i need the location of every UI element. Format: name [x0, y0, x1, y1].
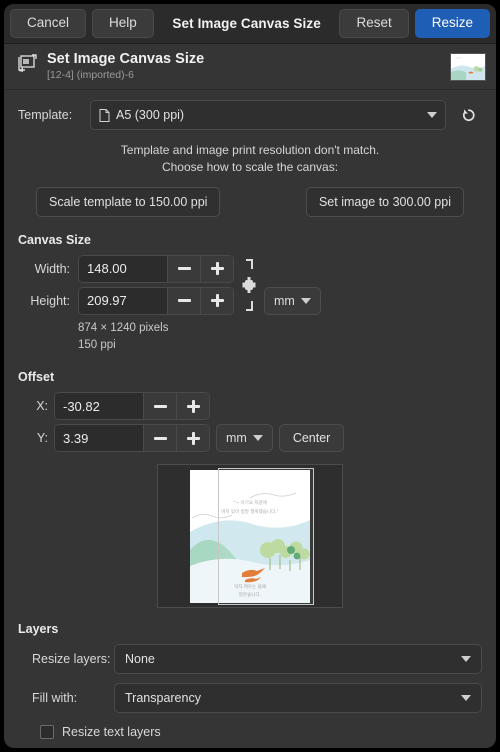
minus-icon: [177, 299, 191, 303]
canvas-height-row: Height:: [18, 286, 234, 315]
plus-icon: [186, 431, 200, 445]
reset-button[interactable]: Reset: [339, 9, 409, 38]
aspect-chain-button[interactable]: [234, 255, 264, 315]
subheader-subtitle: [12-4] (imported)-6: [47, 69, 134, 82]
offset-x-decrement[interactable]: [143, 393, 176, 420]
canvas-height-input[interactable]: [79, 287, 167, 314]
canvas-resolution: 150 ppi: [78, 339, 116, 352]
subheader-title: Set Image Canvas Size: [47, 51, 205, 68]
chevron-down-icon: [461, 695, 471, 702]
template-value: A5 (300 ppi): [116, 108, 185, 122]
canvas-width-label: Width:: [34, 261, 70, 276]
offset-x-label: X:: [36, 399, 48, 414]
help-button[interactable]: Help: [92, 9, 154, 38]
offset-y-input[interactable]: [55, 425, 143, 452]
svg-text:말문습니다.: 말문습니다.: [239, 591, 261, 598]
offset-section-title: Offset: [18, 370, 55, 385]
offset-x-row: X:: [18, 392, 482, 421]
offset-unit-dropdown[interactable]: mm: [216, 424, 273, 453]
resize-button[interactable]: Resize: [414, 9, 490, 38]
dialog-body: Template: A5 (300 ppi) Template and imag…: [4, 90, 496, 740]
notice-line-2: Choose how to scale the canvas:: [161, 160, 339, 175]
notice-line-1: Template and image print resolution don'…: [120, 143, 380, 157]
resize-text-layers-label: Resize text layers: [62, 725, 161, 740]
chevron-down-icon: [427, 112, 437, 118]
resize-text-layers-checkbox[interactable]: [40, 725, 54, 740]
set-image-ppi-button[interactable]: Set image to 300.00 ppi: [305, 186, 464, 217]
canvas-width-row: Width:: [18, 254, 234, 283]
dialog-titlebar: Cancel Help Set Image Canvas Size Reset …: [4, 4, 496, 44]
offset-y-increment[interactable]: [176, 425, 209, 452]
offset-y-label: Y:: [36, 431, 48, 446]
offset-x-spinner[interactable]: [54, 392, 210, 421]
cancel-button[interactable]: Cancel: [10, 9, 87, 38]
fill-with-label: Fill with:: [32, 691, 78, 706]
reset-template-icon-button[interactable]: [454, 101, 482, 129]
canvas-width-input[interactable]: [79, 255, 167, 282]
resolution-notice: Template and image print resolution don'…: [18, 142, 482, 177]
canvas-height-label: Height:: [30, 293, 70, 308]
offset-y-decrement[interactable]: [143, 425, 176, 452]
image-thumbnail: [450, 52, 486, 81]
canvas-height-decrement[interactable]: [167, 287, 200, 314]
chain-broken-icon: [242, 258, 256, 311]
canvas-pixel-info: 874 × 1240 pixels 150 ppi: [18, 320, 482, 355]
canvas-pixel-dimensions: 874 × 1240 pixels: [78, 321, 169, 334]
offset-unit-value: mm: [226, 431, 247, 446]
resize-layers-value: None: [125, 652, 155, 667]
resize-layers-label: Resize layers:: [32, 652, 111, 667]
canvas-height-spinner[interactable]: [78, 286, 234, 315]
minus-icon: [153, 404, 167, 408]
dialog-title: Set Image Canvas Size: [172, 16, 321, 31]
canvas-unit-dropdown[interactable]: mm: [264, 286, 321, 315]
minus-icon: [153, 436, 167, 440]
layers-section-title: Layers: [18, 622, 59, 637]
minus-icon: [177, 267, 191, 271]
canvas-offset-preview[interactable]: "~ 아기요 저같에 여지 있어 정말 행복했습니다." 익자 여우는 울때 말…: [157, 464, 343, 609]
svg-text:여지 있어 정말 행복했습니다.": 여지 있어 정말 행복했습니다.": [221, 508, 278, 515]
offset-y-row: Y: mm Center: [18, 424, 482, 453]
template-label: Template:: [18, 108, 73, 122]
dialog-subheader: Set Image Canvas Size [12-4] (imported)-…: [4, 44, 496, 90]
svg-text:"~ 아기요 저같에: "~ 아기요 저같에: [233, 499, 267, 506]
preview-image: "~ 아기요 저같에 여지 있어 정말 행복했습니다." 익자 여우는 울때 말…: [190, 470, 310, 604]
svg-text:익자 여우는 울때: 익자 여우는 울때: [234, 583, 266, 590]
plus-icon: [210, 294, 224, 308]
chevron-down-icon: [461, 656, 471, 663]
template-dropdown[interactable]: A5 (300 ppi): [90, 100, 446, 130]
scale-choice-buttons: Scale template to 150.00 ppi Set image t…: [18, 186, 482, 217]
plus-icon: [210, 262, 224, 276]
set-canvas-size-dialog: Cancel Help Set Image Canvas Size Reset …: [4, 4, 496, 748]
canvas-size-section-title: Canvas Size: [18, 232, 91, 247]
fill-with-dropdown[interactable]: Transparency: [114, 683, 482, 714]
canvas-unit-value: mm: [274, 293, 295, 308]
center-button[interactable]: Center: [278, 424, 345, 453]
canvas-height-increment[interactable]: [200, 287, 233, 314]
chevron-down-icon: [252, 435, 263, 442]
canvas-resize-icon: [16, 53, 38, 80]
fill-with-row: Fill with: Transparency: [18, 683, 482, 714]
offset-x-input[interactable]: [55, 393, 143, 420]
resize-layers-row: Resize layers: None: [18, 644, 482, 675]
chevron-down-icon: [300, 297, 311, 304]
resize-text-layers-row[interactable]: Resize text layers: [18, 725, 482, 740]
canvas-width-spinner[interactable]: [78, 254, 234, 283]
canvas-width-increment[interactable]: [200, 255, 233, 282]
canvas-width-decrement[interactable]: [167, 255, 200, 282]
offset-y-spinner[interactable]: [54, 424, 210, 453]
scale-template-button[interactable]: Scale template to 150.00 ppi: [36, 186, 221, 217]
reset-arrow-icon: [462, 108, 475, 121]
preview-container: "~ 아기요 저같에 여지 있어 정말 행복했습니다." 익자 여우는 울때 말…: [18, 464, 482, 609]
resize-layers-dropdown[interactable]: None: [114, 644, 482, 675]
template-row: Template: A5 (300 ppi): [18, 100, 482, 130]
fill-with-value: Transparency: [125, 691, 201, 706]
plus-icon: [186, 399, 200, 413]
document-icon: [99, 108, 110, 122]
offset-x-increment[interactable]: [176, 393, 209, 420]
